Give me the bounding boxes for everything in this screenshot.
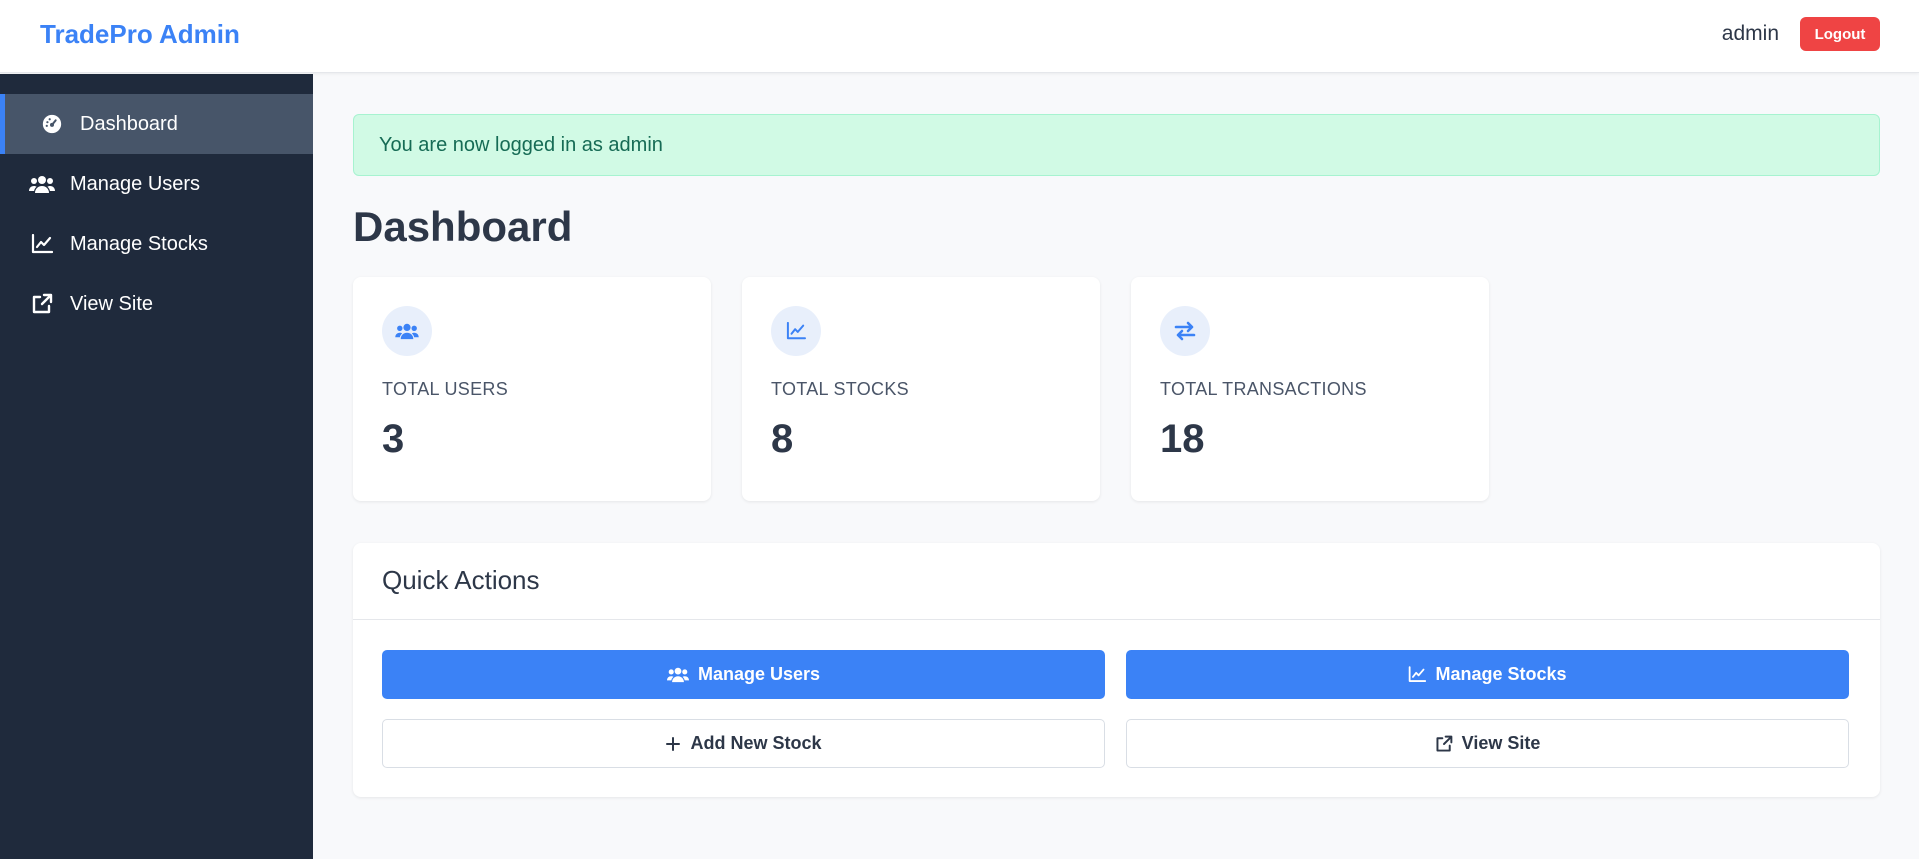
stat-value: 3	[382, 417, 405, 461]
current-username: admin	[1721, 22, 1779, 45]
dashboard-gauge-icon	[39, 111, 65, 137]
sidebar-item-label: Dashboard	[80, 112, 178, 135]
chart-line-icon	[29, 231, 55, 257]
plus-icon	[665, 736, 681, 752]
sidebar-item-label: Manage Users	[70, 172, 201, 195]
chart-line-icon	[771, 306, 821, 356]
add-new-stock-button[interactable]: Add New Stock	[382, 719, 1105, 768]
sidebar-item-label: Manage Stocks	[70, 232, 208, 255]
stat-value: 8	[771, 417, 794, 461]
chart-line-icon	[1408, 666, 1427, 683]
sidebar-item-dashboard[interactable]: Dashboard	[0, 94, 313, 154]
stat-card-total-users: TOTAL USERS 3	[353, 277, 711, 501]
stat-label: TOTAL STOCKS	[771, 379, 909, 399]
stat-card-total-transactions: TOTAL TRANSACTIONS 18	[1131, 277, 1489, 501]
page-title: Dashboard	[353, 203, 573, 250]
exchange-arrows-icon	[1160, 306, 1210, 356]
top-navbar: TradePro Admin admin Logout	[0, 0, 1919, 73]
external-link-icon	[29, 291, 55, 317]
external-link-icon	[1435, 735, 1453, 753]
sidebar-item-manage-users[interactable]: Manage Users	[0, 154, 313, 214]
button-label: Manage Users	[697, 664, 821, 684]
success-alert: You are now logged in as admin	[353, 114, 1880, 176]
button-label: Add New Stock	[690, 733, 822, 753]
manage-stocks-button[interactable]: Manage Stocks	[1126, 650, 1849, 699]
stat-label: TOTAL USERS	[382, 379, 508, 399]
users-icon	[666, 666, 689, 683]
users-icon	[382, 306, 432, 356]
sidebar-item-view-site[interactable]: View Site	[0, 274, 313, 334]
button-label: View Site	[1461, 733, 1541, 753]
sidebar: Dashboard Manage Users Manage Stocks Vie…	[0, 74, 313, 859]
quick-actions-header: Quick Actions	[353, 543, 1880, 620]
stat-value: 18	[1160, 417, 1205, 461]
sidebar-item-label: View Site	[70, 292, 154, 315]
stat-label: TOTAL TRANSACTIONS	[1160, 379, 1367, 399]
alert-message: You are now logged in as admin	[379, 133, 663, 156]
logout-button[interactable]: Logout	[1800, 17, 1880, 51]
brand-logo[interactable]: TradePro Admin	[40, 19, 240, 50]
quick-actions-title: Quick Actions	[382, 565, 540, 595]
manage-users-button[interactable]: Manage Users	[382, 650, 1105, 699]
view-site-button[interactable]: View Site	[1126, 719, 1849, 768]
stat-card-total-stocks: TOTAL STOCKS 8	[742, 277, 1100, 501]
sidebar-item-manage-stocks[interactable]: Manage Stocks	[0, 214, 313, 274]
users-icon	[29, 171, 55, 197]
quick-actions-card: Quick Actions Manage Users Manage Stocks…	[353, 543, 1880, 797]
button-label: Manage Stocks	[1435, 664, 1567, 684]
